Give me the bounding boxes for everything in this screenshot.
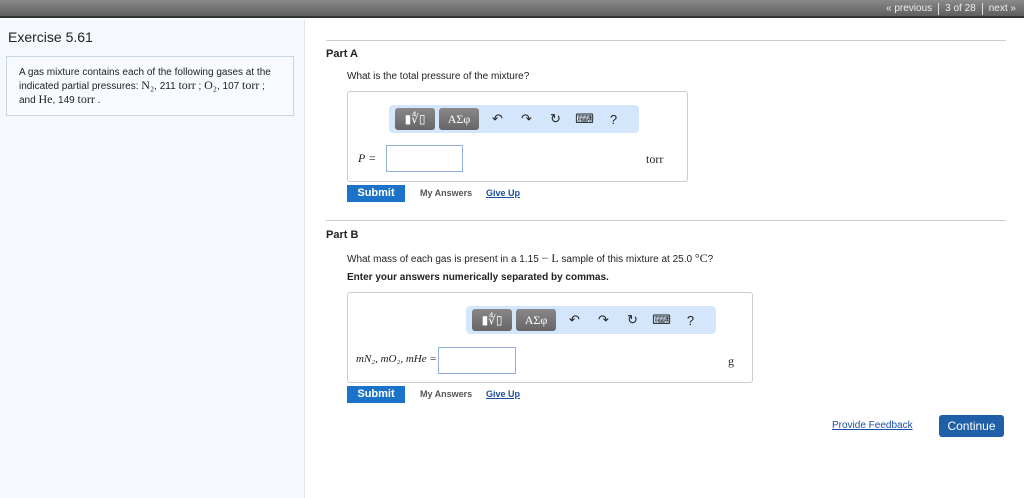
math: O₂: [204, 78, 217, 92]
give-up-link[interactable]: Give Up: [486, 389, 520, 399]
math: torr: [178, 78, 196, 92]
undo-icon[interactable]: ↶: [560, 312, 589, 328]
pressure-input[interactable]: [386, 145, 463, 172]
math: torr: [242, 78, 260, 92]
math-toolbar: ▮∜▯ ΑΣφ ↶ ↷ ↻ ⌨ ?: [389, 105, 639, 133]
help-icon[interactable]: ?: [676, 313, 705, 328]
math: torr: [77, 92, 95, 106]
divider: [938, 3, 940, 15]
math-toolbar: ▮∜▯ ΑΣφ ↶ ↷ ↻ ⌨ ?: [466, 306, 716, 334]
text: , 107: [216, 81, 242, 92]
answer-label: mN₂, mO₂, mHe =: [356, 353, 437, 365]
unit-label: torr: [646, 152, 664, 166]
exercise-title: Exercise 5.61: [8, 29, 93, 45]
question: What mass of each gas is present in a 1.…: [347, 251, 713, 266]
keyboard-icon[interactable]: ⌨: [570, 111, 599, 127]
unit-label: g: [728, 354, 734, 368]
problem-panel: Exercise 5.61 A gas mixture contains eac…: [0, 20, 305, 498]
text: sample of this mixture at 25.0: [558, 254, 695, 265]
give-up-link[interactable]: Give Up: [486, 188, 520, 198]
templates-button[interactable]: ▮∜▯: [395, 108, 435, 130]
mass-input[interactable]: [438, 347, 516, 374]
previous-link[interactable]: « previous: [886, 3, 932, 15]
answer-box: ▮∜▯ ΑΣφ ↶ ↷ ↻ ⌨ ? P = torr: [347, 91, 688, 182]
text: , 149: [52, 95, 78, 106]
greek-button[interactable]: ΑΣφ: [439, 108, 479, 130]
page-position: 3 of 28: [945, 3, 976, 14]
math: °C: [694, 251, 708, 265]
text: What mass of each gas is present in a 1.…: [347, 254, 542, 265]
keyboard-icon[interactable]: ⌨: [647, 312, 676, 328]
answer-box: ▮∜▯ ΑΣφ ↶ ↷ ↻ ⌨ ? mN₂, mO₂, mHe = g: [347, 292, 753, 383]
text: , 211: [154, 81, 179, 92]
text: .: [94, 95, 101, 106]
pagination: « previous 3 of 28 next »: [886, 3, 1016, 15]
next-link[interactable]: next »: [989, 3, 1016, 15]
my-answers-link[interactable]: My Answers: [420, 389, 472, 399]
reset-icon[interactable]: ↻: [541, 111, 570, 127]
text: ?: [707, 254, 714, 265]
question: What is the total pressure of the mixtur…: [347, 71, 530, 82]
continue-button[interactable]: Continue: [939, 415, 1004, 437]
part-title: Part B: [326, 229, 359, 241]
redo-icon[interactable]: ↷: [589, 312, 618, 328]
submit-button[interactable]: Submit: [347, 386, 405, 403]
submit-button[interactable]: Submit: [347, 185, 405, 202]
help-icon[interactable]: ?: [599, 112, 628, 127]
part-b: Part B What mass of each gas is present …: [326, 220, 1006, 403]
answer-label: P =: [358, 151, 377, 165]
reset-icon[interactable]: ↻: [618, 312, 647, 328]
math: N₂: [141, 78, 155, 92]
text: ;: [195, 81, 205, 92]
undo-icon[interactable]: ↶: [483, 111, 512, 127]
part-title: Part A: [326, 48, 358, 60]
my-answers-link[interactable]: My Answers: [420, 188, 472, 198]
math: He: [38, 92, 53, 106]
instruction: Enter your answers numerically separated…: [347, 272, 609, 283]
provide-feedback-link[interactable]: Provide Feedback: [832, 420, 913, 431]
templates-button[interactable]: ▮∜▯: [472, 309, 512, 331]
divider: [981, 3, 983, 15]
top-bar: « previous 3 of 28 next »: [0, 0, 1024, 18]
part-a: Part A What is the total pressure of the…: [326, 40, 1006, 210]
redo-icon[interactable]: ↷: [512, 111, 541, 127]
greek-button[interactable]: ΑΣφ: [516, 309, 556, 331]
problem-statement: A gas mixture contains each of the follo…: [6, 56, 294, 116]
math: − L: [541, 251, 559, 265]
